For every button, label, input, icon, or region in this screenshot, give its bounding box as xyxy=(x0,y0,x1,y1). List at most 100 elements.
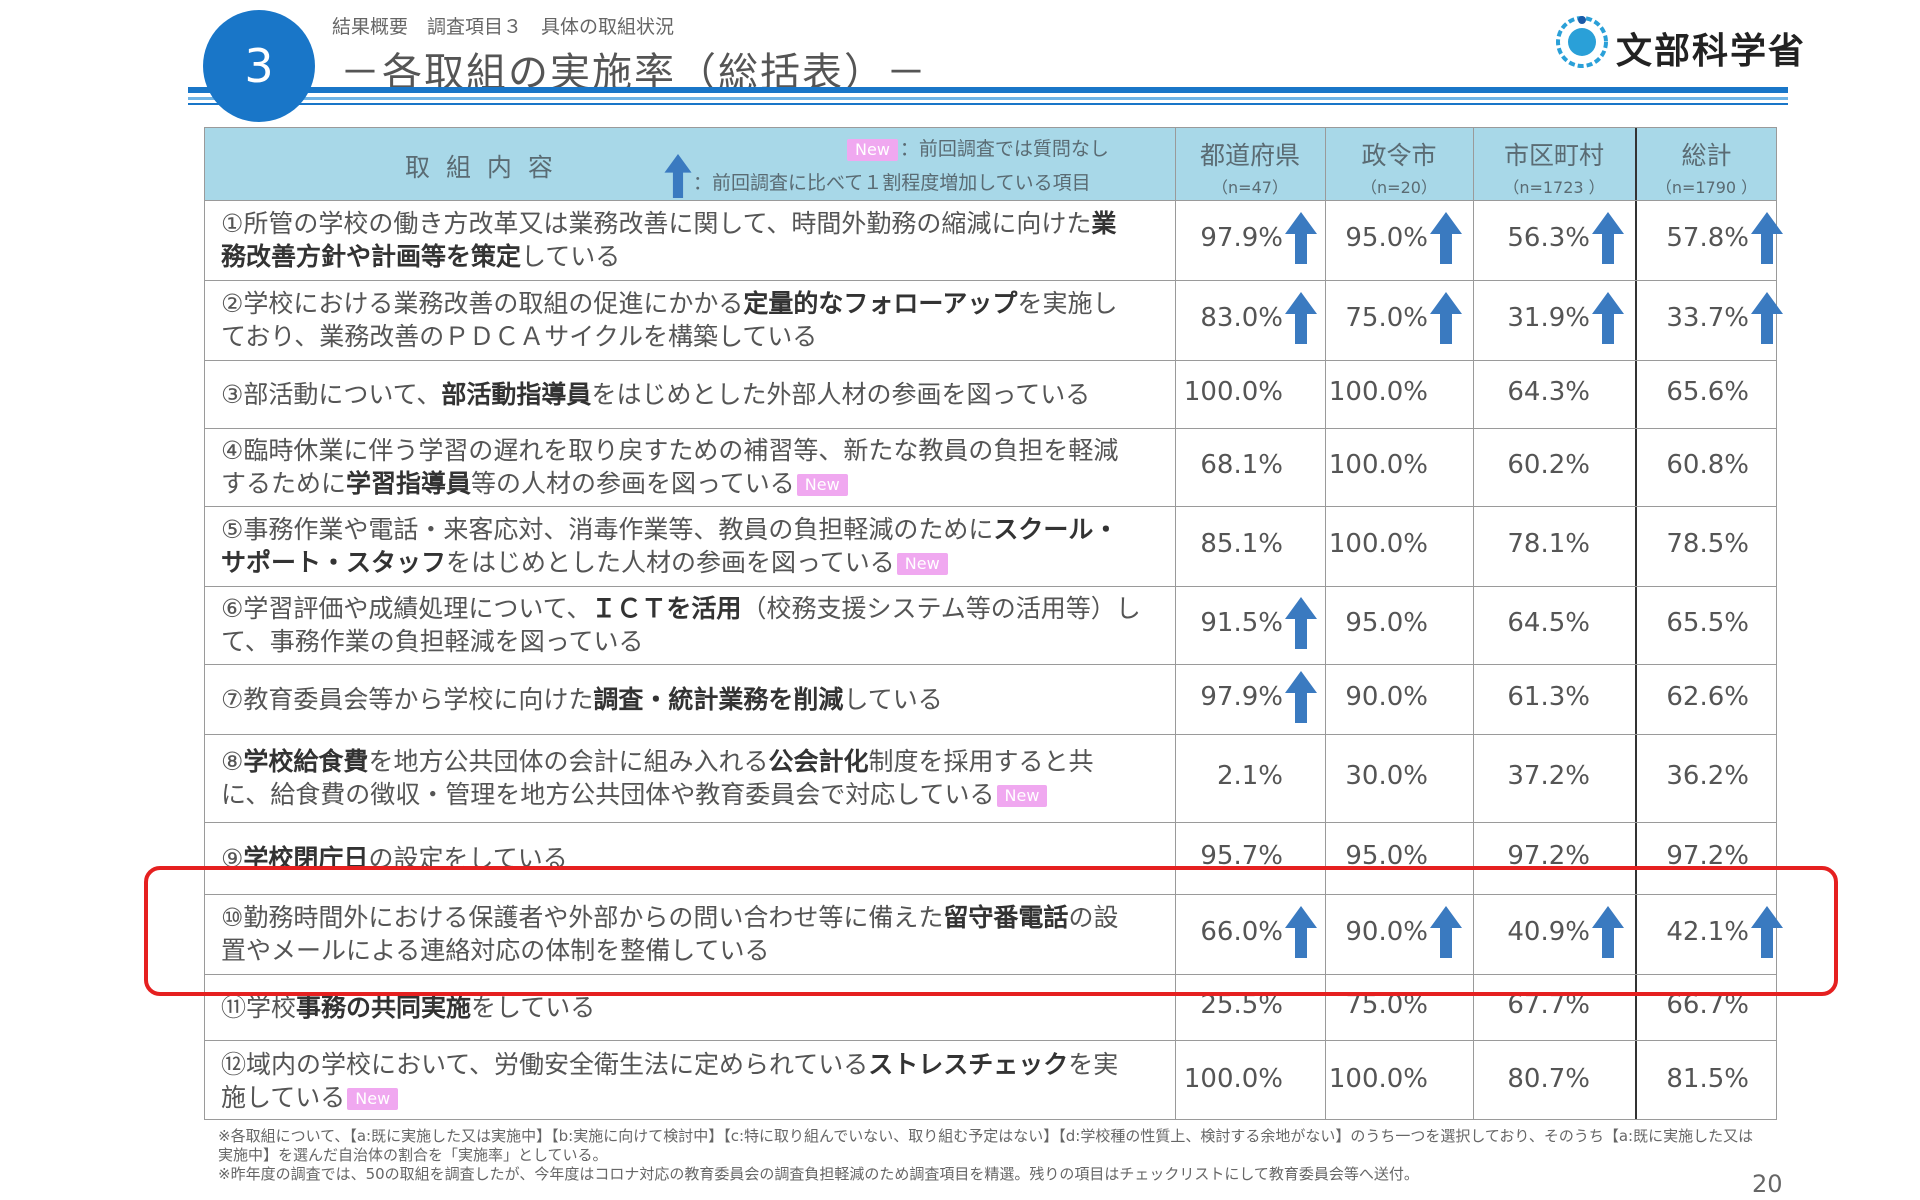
table-row: ⑫域内の学校において、労働安全衛生法に定められているストレスチェックを実施してい… xyxy=(205,1040,1776,1121)
row-item-segment: ⑥学習評価や成績処理について、 xyxy=(221,594,592,623)
row-item-text: ②学校における業務改善の取組の促進にかかる定量的なフォローアップを実施しており、… xyxy=(221,287,1141,353)
row-value: 33.7% xyxy=(1666,303,1749,333)
up-arrow-icon xyxy=(1285,671,1317,723)
new-tag: New xyxy=(996,785,1048,807)
mext-logo: 文部科学省 xyxy=(1548,8,1804,82)
row-divider xyxy=(205,822,1776,823)
breadcrumb: 結果概要 調査項目３ 具体の取組状況 xyxy=(332,16,675,38)
row-item-segment: している xyxy=(521,242,621,271)
row-divider xyxy=(205,734,1776,735)
row-item-emphasis: 学習指導員 xyxy=(346,469,472,498)
column-title: 市区町村 xyxy=(1503,141,1604,170)
row-divider xyxy=(205,506,1776,507)
row-divider xyxy=(205,1040,1776,1041)
legend-arrow-text: ：前回調査に比べて１割程度増加している項目 xyxy=(693,172,1091,194)
row-value: 91.5% xyxy=(1200,608,1283,638)
table-row: ②学校における業務改善の取組の促進にかかる定量的なフォローアップを実施しており、… xyxy=(205,280,1783,360)
row-value: 57.8% xyxy=(1666,223,1749,253)
new-tag: New xyxy=(896,553,948,575)
row-value: 78.1% xyxy=(1507,529,1590,559)
row-item-text: ⑫域内の学校において、労働安全衛生法に定められているストレスチェックを実施してい… xyxy=(221,1048,1141,1114)
new-tag: New xyxy=(847,138,898,161)
row-divider xyxy=(205,200,1776,201)
row-value: 97.9% xyxy=(1200,223,1283,253)
column-count: （n=1790 ） xyxy=(1655,178,1758,197)
table-row: ⑥学習評価や成績処理について、ＩＣＴを活用（校務支援システム等の活用等）して、事… xyxy=(205,586,1776,664)
row-item-emphasis: ＩＣＴを活用 xyxy=(591,594,742,623)
row-item-emphasis: ストレスチェック xyxy=(868,1049,1069,1079)
row-divider xyxy=(205,360,1776,361)
row-value: 100.0% xyxy=(1183,377,1283,407)
row-item-segment: をはじめとした人材の参画を図っている xyxy=(446,548,895,577)
row-value: 95.0% xyxy=(1345,223,1428,253)
row-value: 100.0% xyxy=(1328,529,1428,559)
logo-text: 文部科学省 xyxy=(1616,31,1807,72)
row-value: 85.1% xyxy=(1200,529,1283,559)
row-value: 68.1% xyxy=(1200,450,1283,480)
column-header-total: 総計 （n=1790 ） xyxy=(1635,128,1778,200)
row-value: 56.3% xyxy=(1507,223,1590,253)
row-item-segment: ⑫域内の学校において、労働安全衛生法に定められている xyxy=(221,1049,869,1079)
column-title: 総計 xyxy=(1681,141,1732,170)
up-arrow-icon xyxy=(1751,212,1783,264)
legend-new-text: ：前回調査では質問なし xyxy=(899,138,1109,160)
footnote-line: ※昨年度の調査では、50の取組を調査したが、今年度はコロナ対応の教育委員会の調査… xyxy=(218,1165,1419,1183)
table-row: ①所管の学校の働き方改革又は業務改善に関して、時間外勤務の縮減に向けた業務改善方… xyxy=(205,200,1783,280)
row-item-emphasis: 学校給食費 xyxy=(243,747,369,776)
row-value: 83.0% xyxy=(1200,303,1283,333)
footnote: ※各取組について、【a:既に実施した又は実施中】【b:実施に向けて検討中】【c:… xyxy=(218,1127,1758,1184)
row-item-text: ③部活動について、部活動指導員をはじめとした外部人材の参画を図っている xyxy=(221,378,1141,411)
column-count: （n=20） xyxy=(1361,178,1437,197)
row-value: 2.1% xyxy=(1216,761,1283,791)
table-row: ③部活動について、部活動指導員をはじめとした外部人材の参画を図っている 100.0… xyxy=(205,360,1776,428)
new-tag: New xyxy=(347,1087,399,1110)
row-divider xyxy=(205,280,1776,281)
column-header-municipality: 市区町村 （n=1723 ） xyxy=(1473,128,1635,200)
row-value: 65.6% xyxy=(1666,377,1749,407)
row-value: 78.5% xyxy=(1666,529,1749,559)
row-value: 37.2% xyxy=(1507,761,1590,791)
row-value: 65.5% xyxy=(1666,608,1749,638)
row-item-emphasis: 公会計化 xyxy=(768,747,869,776)
row-value: 75.0% xyxy=(1345,303,1428,333)
row-value: 36.2% xyxy=(1666,761,1749,791)
header-rule-light xyxy=(188,97,1788,100)
row-item-segment: 等の人材の参画を図っている xyxy=(471,469,795,498)
row-item-segment: を地方公共団体の会計に組み入れる xyxy=(368,747,769,776)
row-value: 60.8% xyxy=(1666,450,1749,480)
row-item-emphasis: 定量的なフォローアップ xyxy=(743,289,1018,318)
row-value: 90.0% xyxy=(1345,682,1428,712)
row-item-segment: をしている xyxy=(471,992,596,1022)
row-divider xyxy=(205,586,1776,587)
row-item-text: ④臨時休業に伴う学習の遅れを取り戻すための補習等、新たな教員の負担を軽減するため… xyxy=(221,434,1141,500)
up-arrow-icon xyxy=(1751,292,1783,344)
row-value: 97.9% xyxy=(1200,682,1283,712)
row-value: 61.3% xyxy=(1507,682,1590,712)
row-value: 81.5% xyxy=(1666,1063,1749,1094)
row-item-segment: ⑦教育委員会等から学校に向けた xyxy=(221,684,594,714)
section-number-badge: 3 xyxy=(203,10,315,122)
row-value: 100.0% xyxy=(1328,1063,1428,1094)
row-item-text: ⑧学校給食費を地方公共団体の会計に組み入れる公会計化制度を採用すると共に、給食費… xyxy=(221,745,1141,811)
row-item-segment: ⑤事務作業や電話・来客応対、消毒作業等、教員の負担軽減のために xyxy=(221,515,994,544)
header-rule xyxy=(188,87,1788,93)
row-item-emphasis: 事務の共同実施 xyxy=(296,992,472,1022)
item-header-label: 取 組 内 容 xyxy=(405,153,557,182)
footnote-line: ※各取組について、【a:既に実施した又は実施中】【b:実施に向けて検討中】【c:… xyxy=(218,1127,1754,1164)
up-arrow-icon xyxy=(1592,212,1624,264)
row-value: 64.5% xyxy=(1507,608,1590,638)
row-value: 31.9% xyxy=(1507,303,1590,333)
row-value: 100.0% xyxy=(1328,377,1428,407)
row-item-text: ⑥学習評価や成績処理について、ＩＣＴを活用（校務支援システム等の活用等）して、事… xyxy=(221,592,1141,658)
up-arrow-icon xyxy=(1430,212,1462,264)
column-title: 政令市 xyxy=(1361,141,1437,170)
row-value: 60.2% xyxy=(1507,450,1590,480)
row-item-segment: ⑧ xyxy=(221,747,244,776)
row-item-text: ①所管の学校の働き方改革又は業務改善に関して、時間外勤務の縮減に向けた業務改善方… xyxy=(221,207,1141,273)
up-arrow-icon xyxy=(664,154,692,198)
row-item-segment: ③部活動について、 xyxy=(221,379,442,409)
mext-emblem-icon xyxy=(1556,16,1608,68)
row-item-emphasis: 調査・統計業務を削減 xyxy=(593,684,844,714)
item-column-header: 取 組 内 容 New ：前回調査では質問なし ：前回調査に比べて１割程度増加して… xyxy=(205,128,1175,200)
row-value: 62.6% xyxy=(1666,682,1749,712)
